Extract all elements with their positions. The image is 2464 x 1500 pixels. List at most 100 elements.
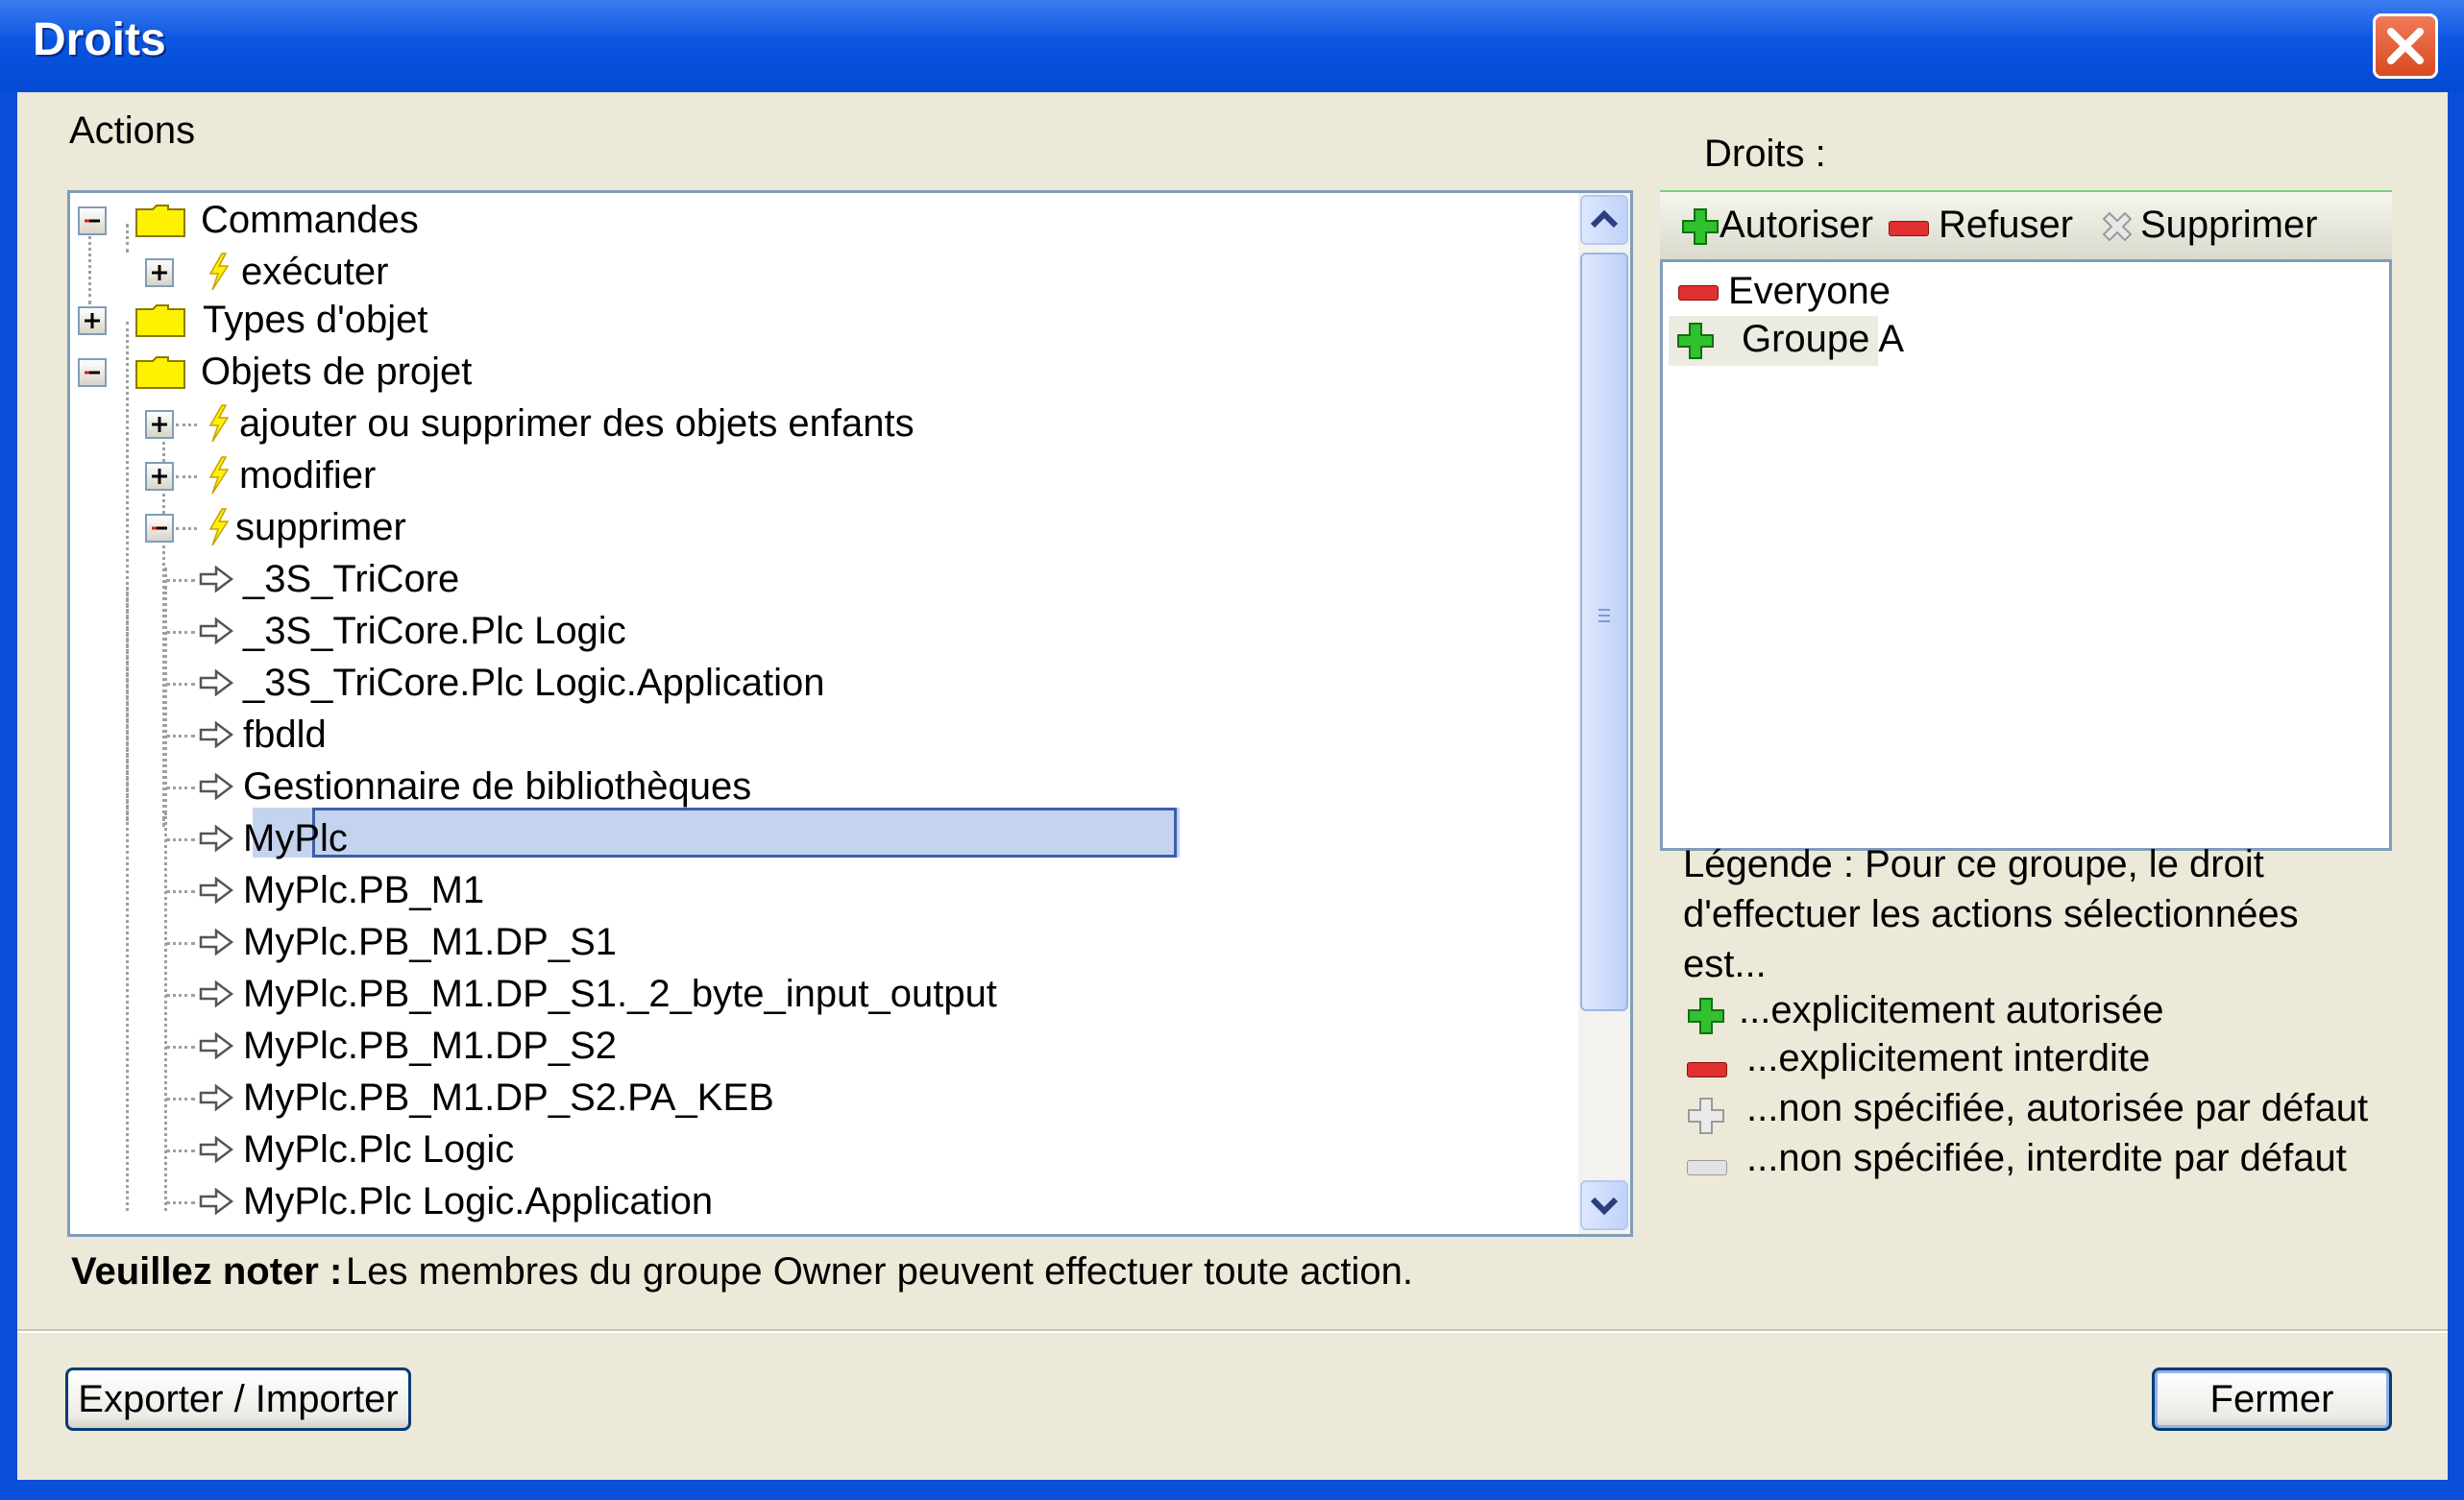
tree-leaf[interactable]: _3S_TriCore.Plc Logic xyxy=(70,608,1175,656)
tree-leaf[interactable]: MyPlc.Plc Logic xyxy=(70,1126,1175,1174)
allow-label: Autoriser xyxy=(1720,204,1874,246)
note-label: Veuillez noter : xyxy=(71,1250,343,1293)
tree-connector xyxy=(166,683,195,686)
collapse-icon[interactable] xyxy=(145,514,174,543)
tree-node-ajouter[interactable]: ajouter ou supprimer des objets enfants xyxy=(70,400,1031,448)
tree-connector xyxy=(166,1046,195,1049)
dialog-client: Actions Commandes exécuter Types d'objet… xyxy=(17,92,2448,1480)
legend-item: ...explicitement interdite xyxy=(1746,1037,2151,1079)
expand-icon[interactable] xyxy=(145,462,174,491)
legend-line: est... xyxy=(1683,943,1767,985)
tree-leaf[interactable]: MyPlc.Plc Logic.Application xyxy=(70,1178,1175,1226)
scroll-thumb[interactable] xyxy=(1580,253,1628,1011)
remove-button[interactable]: Supprimer xyxy=(2090,202,2330,252)
scroll-up-button[interactable] xyxy=(1580,195,1628,245)
tree-leaf[interactable]: MyPlc.PB_M1.DP_S1 xyxy=(70,919,1175,967)
tree-node-label: exécuter xyxy=(241,251,389,293)
tree-connector xyxy=(166,890,195,893)
tree-leaf[interactable]: MyPlc.PB_M1.DP_S2 xyxy=(70,1023,1175,1071)
tree-leaf[interactable]: MyPlc.PB_M1.DP_S1._2_byte_input_output xyxy=(70,971,1175,1019)
arrow-right-icon xyxy=(199,980,233,1007)
tree-leaf-label: MyPlc.PB_M1.DP_S2.PA_KEB xyxy=(243,1077,774,1119)
export-import-button[interactable]: Exporter / Importer xyxy=(65,1367,411,1431)
group-name: Everyone xyxy=(1728,270,1891,312)
arrow-right-icon xyxy=(199,1084,233,1111)
remove-x-icon xyxy=(2102,211,2133,242)
default-allow-icon xyxy=(1688,1098,1724,1134)
tree-node-label: Commandes xyxy=(201,199,419,241)
tree-leaf-label: fbdld xyxy=(243,714,327,756)
tree-leaf[interactable]: Gestionnaire de bibliothèques xyxy=(70,763,1175,811)
title-bar[interactable]: Droits xyxy=(0,0,2464,92)
legend-line: d'effectuer les actions sélectionnées xyxy=(1683,893,2299,935)
tree-connector xyxy=(166,942,195,945)
scroll-down-button[interactable] xyxy=(1580,1180,1628,1230)
explicit-allow-icon xyxy=(1688,998,1724,1034)
arrow-right-icon xyxy=(199,929,233,956)
tree-leaf[interactable]: _3S_TriCore.Plc Logic.Application xyxy=(70,660,1175,708)
tree-connector xyxy=(166,631,195,634)
tree-connector xyxy=(176,527,197,530)
group-item-everyone[interactable]: Everyone xyxy=(1669,266,1918,314)
tree-leaf[interactable]: _3S_TriCore xyxy=(70,556,1175,604)
tree-node-label: supprimer xyxy=(235,506,406,548)
tree-leaf[interactable]: fbdld xyxy=(70,712,1175,760)
tree-leaf-label: MyPlc xyxy=(243,817,348,859)
rights-toolbar: Autoriser Refuser Supprimer xyxy=(1660,190,2392,261)
tree-leaf[interactable]: MyPlc xyxy=(70,815,1175,863)
tree-leaf[interactable]: MyPlc.PB_M1.DP_S2.PA_KEB xyxy=(70,1075,1175,1123)
actions-label: Actions xyxy=(69,109,196,152)
actions-tree[interactable]: Commandes exécuter Types d'objet Objets … xyxy=(67,190,1633,1237)
expand-icon[interactable] xyxy=(78,306,107,335)
groups-list[interactable]: Everyone Groupe A xyxy=(1660,259,2392,851)
tree-connector xyxy=(176,475,197,478)
default-deny-icon xyxy=(1687,1160,1727,1175)
expand-icon[interactable] xyxy=(145,410,174,439)
collapse-icon[interactable] xyxy=(78,358,107,387)
close-button[interactable]: Fermer xyxy=(2152,1367,2392,1431)
deny-button[interactable]: Refuser xyxy=(1883,202,2075,252)
chevron-down-icon xyxy=(1590,1197,1619,1216)
group-item-groupe-a[interactable]: Groupe A xyxy=(1669,316,1904,366)
arrow-right-icon xyxy=(199,877,233,904)
tree-leaf-label: _3S_TriCore.Plc Logic.Application xyxy=(243,662,825,704)
tree-connector xyxy=(176,423,197,426)
collapse-icon[interactable] xyxy=(78,206,107,235)
tree-node-executer[interactable]: exécuter xyxy=(70,249,646,297)
allow-button[interactable]: Autoriser xyxy=(1668,202,1873,252)
tree-node-label: Types d'objet xyxy=(203,299,428,341)
arrow-right-icon xyxy=(199,669,233,696)
tree-leaf-label: _3S_TriCore.Plc Logic xyxy=(243,610,626,652)
tree-vertical-scrollbar[interactable] xyxy=(1578,193,1630,1234)
tree-connector xyxy=(166,1149,195,1152)
tree-node-objets-projet[interactable]: Objets de projet xyxy=(70,349,646,397)
grip-icon xyxy=(1598,609,1610,622)
expand-icon[interactable] xyxy=(145,258,174,287)
tree-node-label: ajouter ou supprimer des objets enfants xyxy=(239,402,915,445)
tree-connector xyxy=(166,838,195,841)
tree-node-supprimer[interactable]: supprimer xyxy=(70,504,646,552)
close-icon xyxy=(2387,28,2424,64)
tree-leaf-label: Gestionnaire de bibliothèques xyxy=(243,765,752,808)
tree-leaf-label: MyPlc.PB_M1.DP_S2 xyxy=(243,1025,618,1067)
tree-connector xyxy=(166,1201,195,1204)
tree-connector xyxy=(166,1098,195,1101)
action-bolt-icon xyxy=(208,253,230,291)
tree-node-modifier[interactable]: modifier xyxy=(70,452,646,500)
arrow-right-icon xyxy=(199,721,233,748)
tree-leaf[interactable]: MyPlc.PB_M1 xyxy=(70,867,1175,915)
tree-leaf-label: MyPlc.PB_M1 xyxy=(243,869,485,911)
legend-item: ...non spécifiée, autorisée par défaut xyxy=(1746,1087,2369,1129)
arrow-right-icon xyxy=(199,617,233,644)
minus-icon xyxy=(1889,221,1929,236)
tree-leaf-label: MyPlc.PB_M1.DP_S1._2_byte_input_output xyxy=(243,973,997,1015)
plus-icon xyxy=(1682,208,1719,245)
tree-node-commandes[interactable]: Commandes xyxy=(70,197,646,245)
legend-item: ...non spécifiée, interdite par défaut xyxy=(1746,1137,2347,1179)
close-window-button[interactable] xyxy=(2373,13,2438,79)
plus-icon xyxy=(1677,323,1714,359)
tree-node-types-objet[interactable]: Types d'objet xyxy=(70,297,646,345)
arrow-right-icon xyxy=(199,1032,233,1059)
tree-node-label: modifier xyxy=(239,454,377,496)
explicit-deny-icon xyxy=(1687,1062,1727,1077)
